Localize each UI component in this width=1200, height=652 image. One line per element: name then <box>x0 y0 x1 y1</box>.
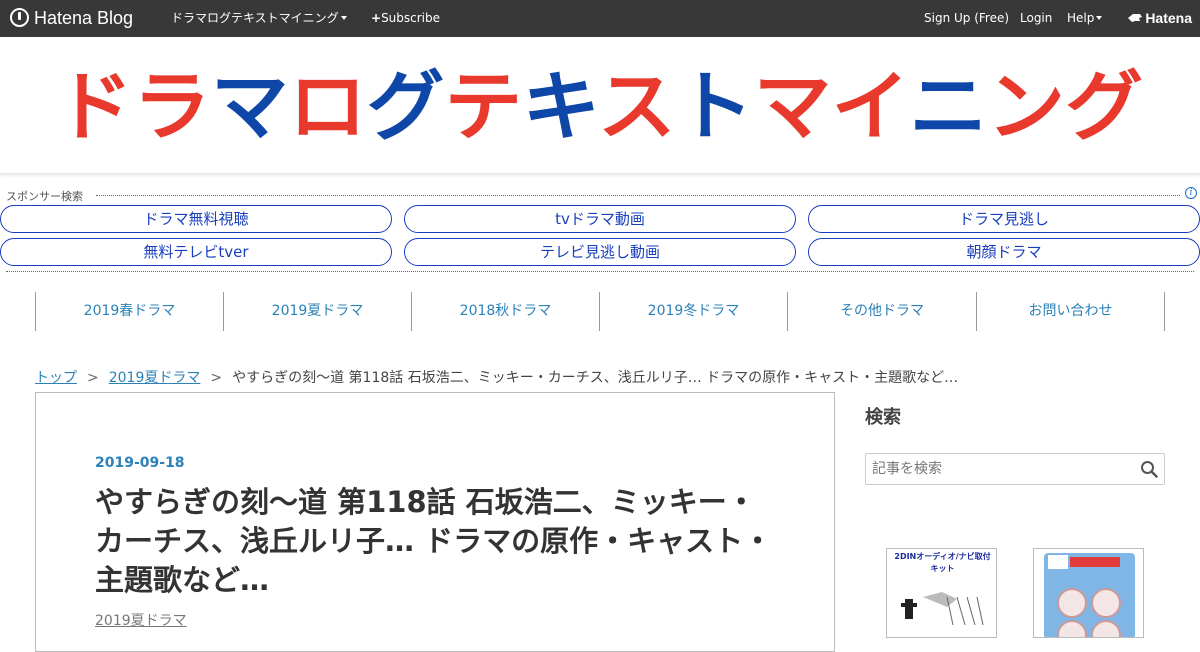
hatena-top-bar: Hatena Blog ドラマログテキストマイニング +Subscribe Si… <box>0 0 1200 37</box>
entry-date-link[interactable]: 2019-09-18 <box>95 455 185 471</box>
hatena-blog-logo-icon <box>10 8 29 27</box>
global-nav: 2019春ドラマ 2019夏ドラマ 2018秋ドラマ 2019冬ドラマ その他ド… <box>35 292 1165 331</box>
ad-product-label: 2DINオーディオ/ナビ取付キット <box>894 552 991 573</box>
nav-item-2019-summer[interactable]: 2019夏ドラマ <box>223 292 411 331</box>
breadcrumb-separator: > <box>87 370 99 386</box>
subscribe-button[interactable]: +Subscribe <box>371 0 440 37</box>
blog-title-link[interactable]: ドラマログテキストマイニング <box>55 65 1145 145</box>
nav-item-other-drama[interactable]: その他ドラマ <box>787 292 976 331</box>
subscribe-label: Subscribe <box>381 11 441 25</box>
blog-title-char: イ <box>831 65 909 145</box>
breadcrumb-category-link[interactable]: 2019夏ドラマ <box>109 370 201 386</box>
login-link[interactable]: Login <box>1020 0 1052 37</box>
blog-title-char: マ <box>754 65 832 145</box>
search-input[interactable] <box>866 454 1134 484</box>
blog-title-char: ラ <box>133 65 211 145</box>
brand-text: Hatena Blog <box>34 8 134 28</box>
blog-title-char: ト <box>676 65 754 145</box>
sidebar-ad-product[interactable] <box>1033 548 1144 638</box>
signup-link[interactable]: Sign Up (Free) <box>924 0 1009 37</box>
nav-item-2018-autumn[interactable]: 2018秋ドラマ <box>411 292 599 331</box>
breadcrumb-top-link[interactable]: トップ <box>35 370 77 386</box>
help-label: Help <box>1067 11 1095 25</box>
help-dropdown[interactable]: Help <box>1067 0 1103 37</box>
sponsor-divider <box>96 195 1180 196</box>
blog-title-text: ドラマログテキストマイニング <box>55 65 1143 145</box>
sponsor-link[interactable]: 無料テレビtver <box>0 238 392 266</box>
entry-category-link[interactable]: 2019夏ドラマ <box>95 610 187 630</box>
blog-menu-dropdown[interactable]: ドラマログテキストマイニング <box>171 0 347 37</box>
hatena-label: Hatena <box>1145 10 1192 26</box>
nav-item-2019-winter[interactable]: 2019冬ドラマ <box>599 292 787 331</box>
blog-title-char: ン <box>987 65 1065 145</box>
chevron-down-icon <box>1096 16 1103 20</box>
hatena-logo[interactable]: Hatena <box>1127 0 1192 37</box>
plus-icon: + <box>371 11 382 25</box>
breadcrumb-separator: > <box>210 370 223 386</box>
blog-title-char: キ <box>522 65 598 145</box>
search-form <box>865 453 1165 485</box>
sidebar-search-title: 検索 <box>865 407 901 428</box>
blog-title-char: グ <box>367 65 445 145</box>
entry-article: 2019-09-18 やすらぎの刻～道 第118話 石坂浩二、ミッキー・カーチス… <box>35 392 835 652</box>
sponsor-link[interactable]: テレビ見逃し動画 <box>404 238 796 266</box>
blog-header: ドラマログテキストマイニング <box>0 37 1200 174</box>
blog-title-char: ド <box>55 65 133 145</box>
blog-title-char: マ <box>211 65 289 145</box>
sponsor-link[interactable]: ドラマ無料視聴 <box>0 205 392 233</box>
sidebar-ad-product[interactable]: 2DINオーディオ/ナビ取付キット <box>886 548 997 638</box>
sponsor-label: スポンサー検索 <box>6 190 83 203</box>
nav-item-contact[interactable]: お問い合わせ <box>976 292 1164 331</box>
sponsor-bottom-divider <box>6 271 1194 272</box>
search-icon[interactable] <box>1140 460 1158 478</box>
ad-product-image <box>1044 553 1135 637</box>
nav-divider <box>1164 292 1165 331</box>
breadcrumb-current: やすらぎの刻～道 第118話 石坂浩二、ミッキー・カーチス、浅丘ルリ子… ドラマ… <box>232 370 959 386</box>
ad-product-image <box>901 592 984 626</box>
chevron-down-icon <box>340 16 347 20</box>
entry-title-link[interactable]: やすらぎの刻～道 第118話 石坂浩二、ミッキー・カーチス、浅丘ルリ子… ドラマ… <box>95 483 775 600</box>
sponsor-link[interactable]: tvドラマ動画 <box>404 205 796 233</box>
nav-item-2019-spring[interactable]: 2019春ドラマ <box>35 292 223 331</box>
blog-title-char: ス <box>598 65 676 145</box>
sponsor-link[interactable]: 朝顔ドラマ <box>808 238 1200 266</box>
blog-title-char: テ <box>444 65 522 145</box>
blog-menu-label: ドラマログテキストマイニング <box>171 11 339 25</box>
info-icon[interactable]: i <box>1185 187 1197 199</box>
blog-title-char: ロ <box>289 65 367 145</box>
sponsor-link[interactable]: ドラマ見逃し <box>808 205 1200 233</box>
blog-title-char: ニ <box>909 65 987 145</box>
blog-title-char: グ <box>1065 65 1143 145</box>
breadcrumb: トップ >2019夏ドラマ > やすらぎの刻～道 第118話 石坂浩二、ミッキー・カー… <box>35 367 958 387</box>
hatena-bird-icon <box>1128 14 1143 22</box>
hatena-blog-logo[interactable]: Hatena Blog <box>10 0 133 37</box>
